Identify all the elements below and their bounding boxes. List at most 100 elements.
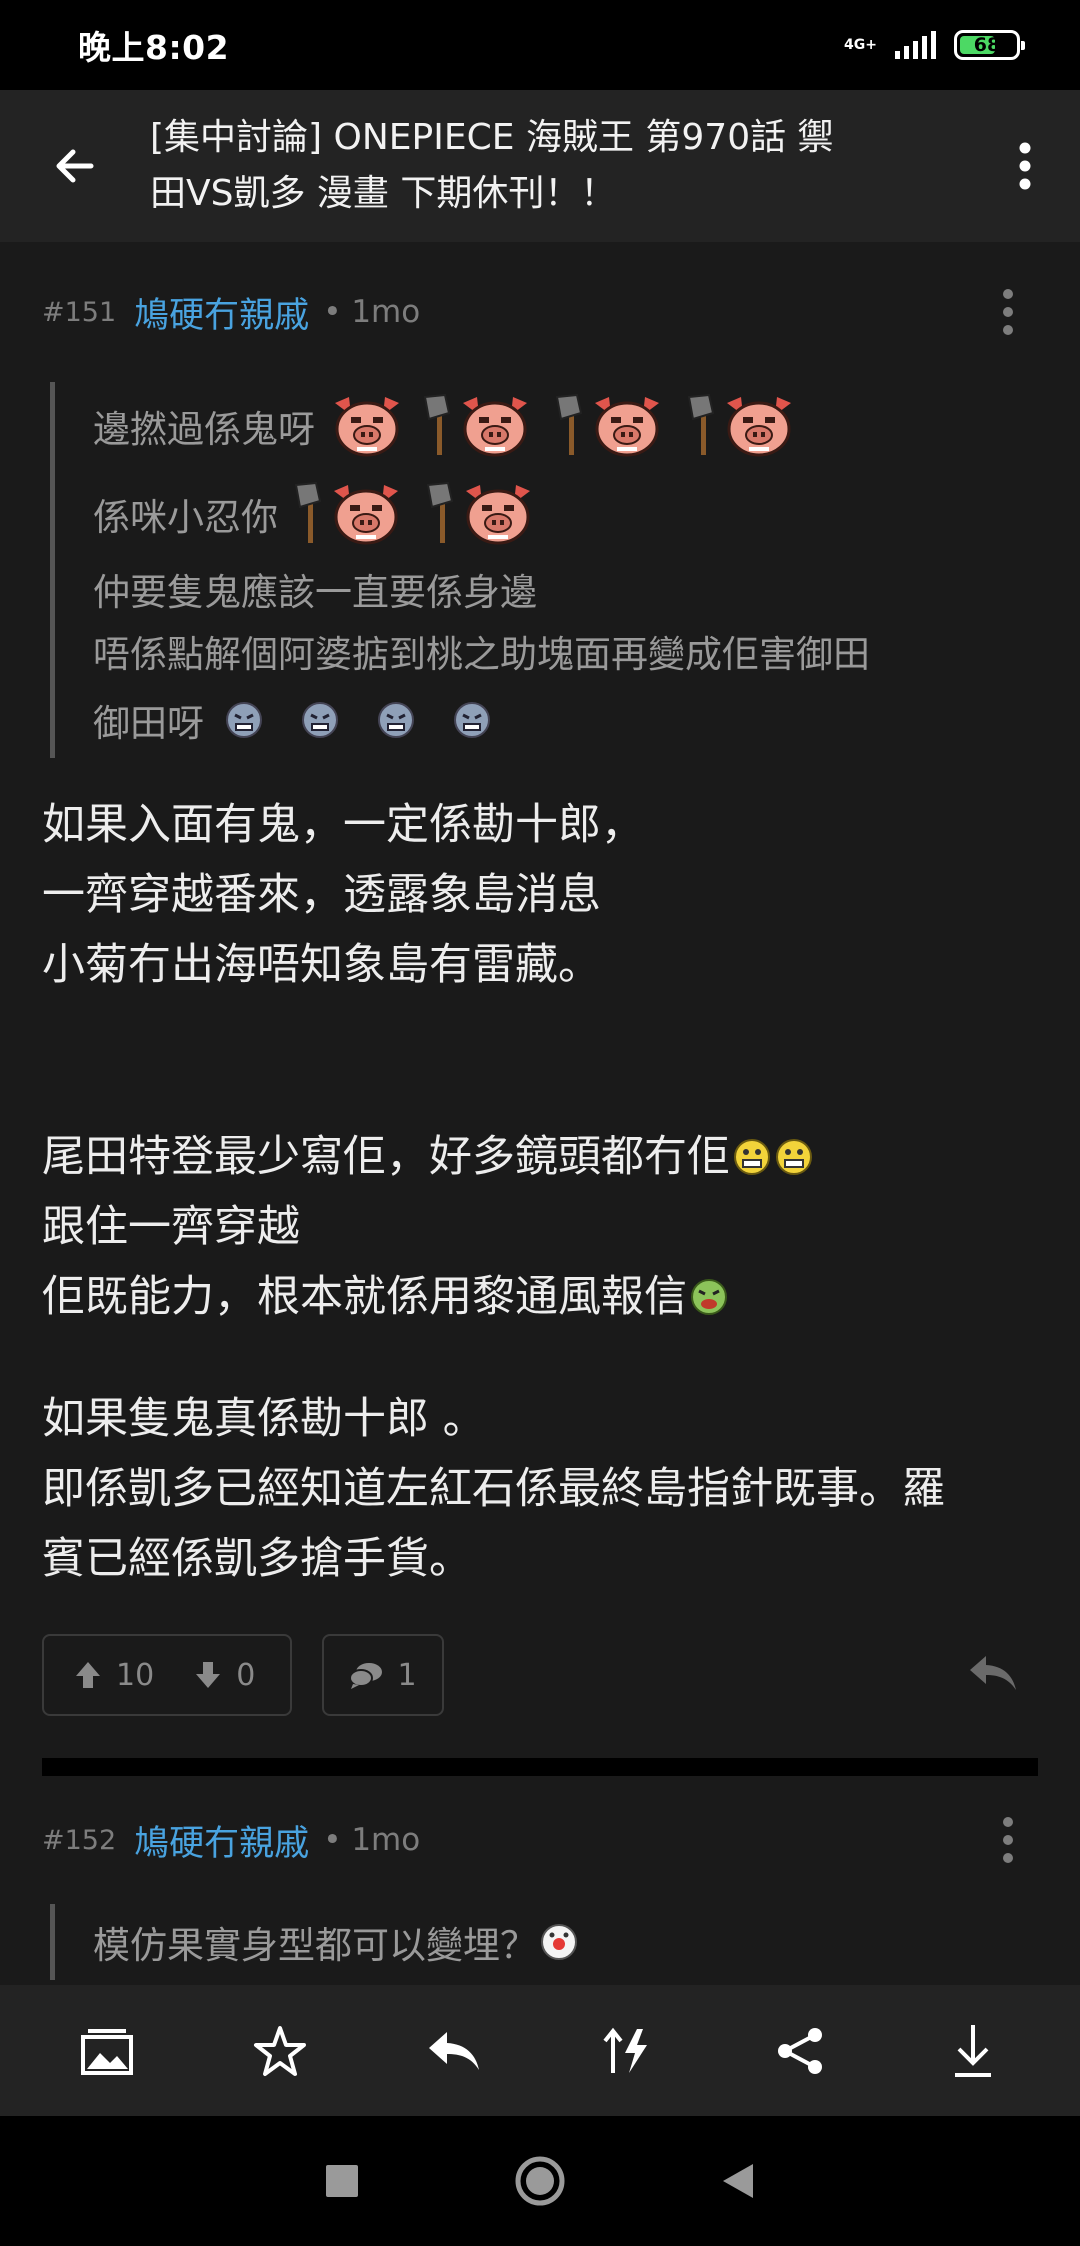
pig-axe-sticker-icon [295, 482, 400, 545]
download-icon [955, 2024, 992, 2077]
jump-to-bottom-button[interactable] [923, 2001, 1023, 2101]
post-time: • 1mo [323, 294, 421, 330]
status-bar: 晚上8:02 4G+ 68 [0, 0, 1080, 90]
pig-axe-sticker-icon [427, 482, 532, 545]
angry-face-icon [300, 700, 340, 740]
sick-face-icon [689, 1277, 729, 1317]
reply-thread-button[interactable] [403, 2001, 503, 2101]
share-icon [777, 2027, 822, 2074]
post-body: 如果入面有鬼，一定係勘十郎， 一齊穿越番來，透露象島消息 小菊冇出海唔知象島有雷… [42, 790, 1038, 1594]
bottom-toolbar [0, 1985, 1080, 2116]
vote-box: 10 0 [42, 1634, 292, 1716]
thread-content[interactable]: #151 鳩硬冇親戚 • 1mo 邊撚過係鬼呀 係咪小忍你 仲要隻鬼應該一直要係… [0, 242, 1080, 1980]
home-icon[interactable] [514, 2155, 566, 2207]
body-line: 佢既能力，根本就係用黎通風報信 [42, 1262, 1038, 1332]
more-options-button[interactable] [970, 90, 1080, 242]
pig-axe-sticker-icon [424, 394, 529, 457]
reply-icon [429, 2031, 480, 2070]
body-line: 小菊冇出海唔知象島有雷藏。 [42, 940, 601, 990]
battery-level: 68 [973, 34, 1001, 56]
body-line: 如果入面有鬼，一定係勘十郎， [42, 800, 644, 850]
sort-button[interactable] [577, 2001, 677, 2101]
favorite-button[interactable] [230, 2001, 330, 2101]
back-icon[interactable] [721, 2162, 755, 2200]
post-152: #152 鳩硬冇親戚 • 1mo 模仿果實身型都可以變埋？ [0, 1776, 1080, 1980]
more-vert-icon [1003, 289, 1013, 335]
post-floor: #152 [42, 1824, 117, 1856]
reply-icon [970, 1656, 1016, 1690]
body-line: 尾田特登最少寫佢，好多鏡頭都冇佢 [42, 1122, 1038, 1192]
grin-face-icon [774, 1137, 814, 1177]
share-button[interactable] [750, 2001, 850, 2101]
thread-title: [集中討論] ONEPIECE 海賊王 第970話 禦 田VS凱多 漫畫 下期休… [150, 110, 970, 222]
quote-line: 仲要隻鬼應該一直要係身邊 [93, 558, 1038, 620]
signal-icon [895, 31, 936, 59]
upvote-count: 10 [116, 1657, 155, 1693]
thumb-up-icon[interactable] [74, 1660, 102, 1690]
post-floor: #151 [42, 296, 117, 328]
body-line: 跟住一齊穿越 [42, 1202, 300, 1252]
quote-text: 御田呀 [93, 702, 204, 745]
body-text: 尾田特登最少寫佢，好多鏡頭都冇佢 [42, 1132, 730, 1182]
post-header: #152 鳩硬冇親戚 • 1mo [42, 1776, 1038, 1904]
post-151: #151 鳩硬冇親戚 • 1mo 邊撚過係鬼呀 係咪小忍你 仲要隻鬼應該一直要係… [0, 242, 1080, 1776]
reply-button[interactable] [966, 1652, 1018, 1698]
post-author[interactable]: 鳩硬冇親戚 [134, 287, 309, 338]
comment-count: 1 [397, 1657, 417, 1693]
quote-text: 邊撚過係鬼呀 [93, 408, 315, 451]
quote-line: 御田呀 [93, 682, 1038, 758]
more-vert-icon [1003, 1817, 1013, 1863]
angry-face-icon [452, 700, 492, 740]
thumb-down-icon[interactable] [194, 1660, 222, 1690]
body-line: 如果隻鬼真係勘十郎 。 [42, 1394, 486, 1444]
sort-icon [603, 2027, 647, 2073]
body-line: 即係凱多已經知道左紅石係最終島指針既事。羅 [42, 1464, 945, 1514]
recent-apps-icon[interactable] [325, 2164, 359, 2198]
title-bar: [集中討論] ONEPIECE 海賊王 第970話 禦 田VS凱多 漫畫 下期休… [0, 90, 1080, 242]
angry-face-icon [376, 700, 416, 740]
image-button[interactable] [57, 2001, 157, 2101]
post-actions: 10 0 1 [42, 1634, 1038, 1716]
thread-title-line2: 田VS凱多 漫畫 下期休刊！！ [150, 173, 617, 214]
pig-sticker-icon [327, 393, 407, 459]
post-separator [42, 1758, 1038, 1776]
quoted-post[interactable]: 模仿果實身型都可以變埋？ [50, 1904, 1038, 1980]
quote-line: 模仿果實身型都可以變埋？ [93, 1904, 1038, 1980]
pig-axe-sticker-icon [688, 394, 793, 457]
angry-face-icon [224, 700, 264, 740]
quote-line: 邊撚過係鬼呀 [93, 382, 1038, 470]
pig-axe-sticker-icon [556, 394, 661, 457]
post-header: #151 鳩硬冇親戚 • 1mo [42, 242, 1038, 382]
post-time: • 1mo [323, 1822, 421, 1858]
thread-title-line1: [集中討論] ONEPIECE 海賊王 第970話 禦 [150, 117, 834, 158]
more-vert-icon [1019, 142, 1031, 190]
body-line: 賓已經係凱多搶手貨。 [42, 1534, 472, 1584]
post-more-button[interactable] [978, 1816, 1038, 1864]
comments-button[interactable]: 1 [322, 1634, 444, 1716]
quote-text: 唔係點解個阿婆掂到桃之助塊面再變成佢害御田 [93, 633, 870, 676]
network-type: 4G+ [844, 37, 877, 53]
quote-text: 模仿果實身型都可以變埋？ [93, 1924, 537, 1967]
quote-line: 唔係點解個阿婆掂到桃之助塊面再變成佢害御田 [93, 620, 1038, 682]
post-author[interactable]: 鳩硬冇親戚 [134, 1815, 309, 1866]
system-nav-bar [0, 2116, 1080, 2246]
back-button[interactable] [0, 90, 150, 242]
body-text: 佢既能力，根本就係用黎通風報信 [42, 1272, 687, 1322]
quoted-post[interactable]: 邊撚過係鬼呀 係咪小忍你 仲要隻鬼應該一直要係身邊 唔係點解個阿婆掂到桃之助塊面… [50, 382, 1038, 758]
grin-face-icon [732, 1137, 772, 1177]
star-icon [253, 2025, 306, 2076]
battery-icon: 68 [954, 30, 1025, 60]
status-time: 晚上8:02 [78, 28, 230, 67]
quote-text: 係咪小忍你 [93, 496, 278, 539]
status-icons: 4G+ 68 [844, 30, 1025, 60]
post-more-button[interactable] [978, 288, 1038, 336]
arrow-left-icon [56, 149, 94, 183]
quote-text: 仲要隻鬼應該一直要係身邊 [93, 571, 537, 614]
image-icon [80, 2028, 133, 2075]
clown-face-icon [539, 1922, 579, 1962]
comment-icon [349, 1663, 383, 1689]
body-line: 一齊穿越番來，透露象島消息 [42, 870, 601, 920]
